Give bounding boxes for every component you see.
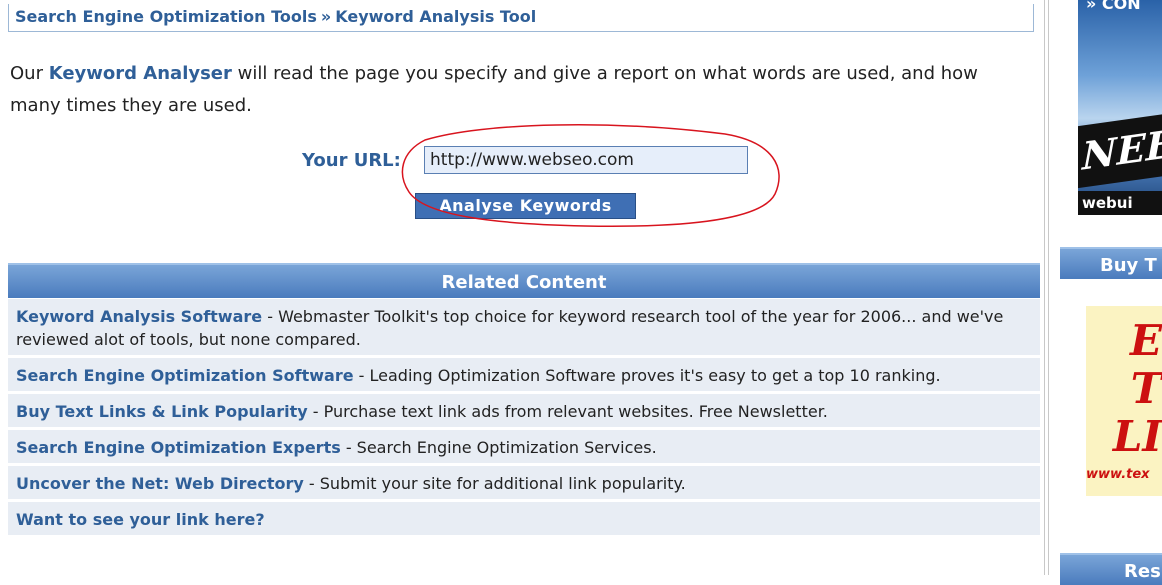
list-item: Want to see your link here? xyxy=(8,502,1040,535)
related-link[interactable]: Uncover the Net: Web Directory xyxy=(16,474,304,493)
related-link[interactable]: Search Engine Optimization Experts xyxy=(16,438,341,457)
banner-ad-top-text: » CON xyxy=(1086,0,1141,13)
related-link[interactable]: Want to see your link here? xyxy=(16,510,265,529)
related-content-list: Keyword Analysis Software - Webmaster To… xyxy=(8,299,1040,538)
sidebar-heading-resources: Res xyxy=(1060,553,1162,585)
ad-letter: E xyxy=(1129,316,1162,365)
list-item: Search Engine Optimization Experts - Sea… xyxy=(8,430,1040,463)
list-item: Uncover the Net: Web Directory - Submit … xyxy=(8,466,1040,499)
banner-ad-headline: NEED xyxy=(1078,113,1162,189)
text-links-ad[interactable]: E T LI www.tex xyxy=(1086,306,1162,496)
url-input[interactable] xyxy=(424,146,748,174)
intro-prefix: Our xyxy=(10,63,49,84)
main-content: Search Engine Optimization Tools» Keyword… xyxy=(0,0,1044,575)
url-label: Your URL: xyxy=(302,150,401,171)
breadcrumb-separator: » xyxy=(320,7,332,26)
intro-text: Our Keyword Analyser will read the page … xyxy=(10,58,1010,122)
related-link[interactable]: Keyword Analysis Software xyxy=(16,307,262,326)
related-content-heading: Related Content xyxy=(8,263,1040,298)
list-item: Search Engine Optimization Software - Le… xyxy=(8,358,1040,391)
ad-url: www.tex xyxy=(1086,467,1150,482)
breadcrumb-parent-link[interactable]: Search Engine Optimization Tools xyxy=(15,7,317,26)
sidebar: » CON NEED webui Buy T E T LI www.tex Re… xyxy=(1058,0,1162,585)
banner-ad-footer: webui xyxy=(1078,191,1162,215)
breadcrumb-current[interactable]: Keyword Analysis Tool xyxy=(335,7,536,26)
sidebar-heading-buy: Buy T xyxy=(1060,247,1162,279)
ad-letter: LI xyxy=(1112,412,1162,461)
list-item: Keyword Analysis Software - Webmaster To… xyxy=(8,299,1040,355)
breadcrumb: Search Engine Optimization Tools» Keyword… xyxy=(8,4,1034,32)
banner-ad[interactable]: » CON NEED webui xyxy=(1078,0,1162,215)
analyse-keywords-button[interactable]: Analyse Keywords xyxy=(415,193,636,219)
list-item: Buy Text Links & Link Popularity - Purch… xyxy=(8,394,1040,427)
related-description: - Leading Optimization Software proves i… xyxy=(353,366,941,385)
column-divider xyxy=(1048,0,1049,575)
related-link[interactable]: Buy Text Links & Link Popularity xyxy=(16,402,308,421)
ad-letter: T xyxy=(1130,364,1162,413)
column-divider xyxy=(1044,0,1045,575)
related-description: - Search Engine Optimization Services. xyxy=(340,438,657,457)
related-description: - Purchase text link ads from relevant w… xyxy=(307,402,828,421)
related-description: - Submit your site for additional link p… xyxy=(303,474,686,493)
related-link[interactable]: Search Engine Optimization Software xyxy=(16,366,354,385)
intro-highlight: Keyword Analyser xyxy=(48,63,232,84)
